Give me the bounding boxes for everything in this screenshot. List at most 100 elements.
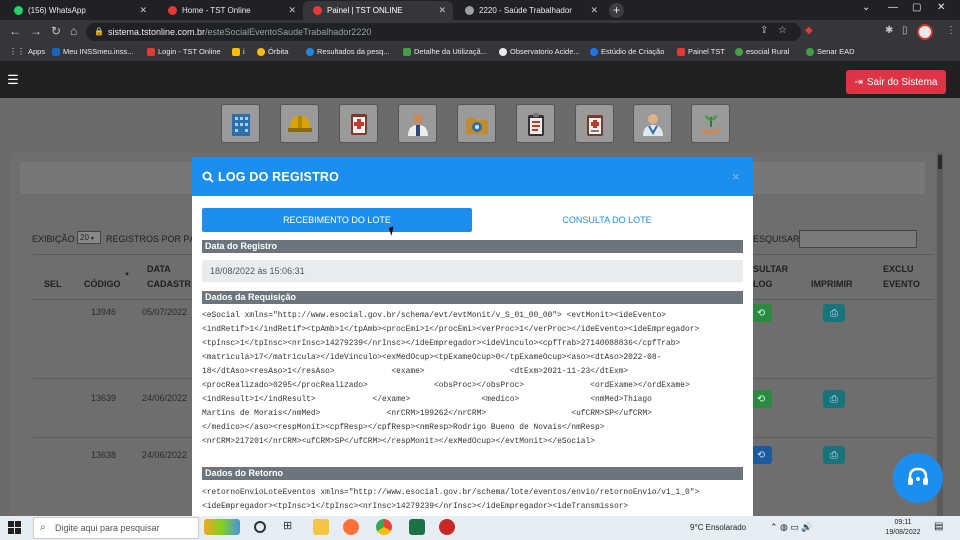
new-tab-button[interactable]: + (609, 3, 624, 18)
col-sel[interactable]: SEL (44, 279, 62, 289)
plant-hands-icon[interactable] (691, 104, 730, 143)
share-icon[interactable]: ⇪ (760, 25, 768, 36)
log-button[interactable]: ⟲ (750, 446, 772, 464)
sidebar-icon[interactable]: ▯ (902, 25, 908, 36)
close-tab-icon[interactable]: ✕ (590, 5, 598, 16)
medical-report-icon[interactable] (339, 104, 378, 143)
bookmark-observatorio[interactable]: Observatorio Acide... (499, 47, 580, 56)
drive-icon (232, 47, 240, 56)
bookmark-orbita[interactable]: Órbita (257, 47, 288, 56)
printer-icon: ⎙ (830, 393, 838, 405)
chrome-icon[interactable] (376, 519, 392, 535)
close-tab-icon[interactable]: ✕ (288, 5, 296, 16)
tab-search-icon[interactable]: ⌄ (862, 2, 870, 13)
chat-support-button[interactable] (893, 453, 943, 503)
folder-icon[interactable] (457, 104, 496, 143)
bookmark-login-tst[interactable]: Login - TST Online (147, 47, 221, 56)
extension-puzzle-icon[interactable]: ✱ (885, 25, 893, 36)
tab-consulta-lote[interactable]: CONSULTA DO LOTE (472, 208, 742, 232)
doctor-icon[interactable] (398, 104, 437, 143)
bookmark-label: i (243, 47, 245, 56)
maximize-icon[interactable]: ▢ (912, 2, 921, 13)
bookmark-esocial-rural[interactable]: esocial Rural (735, 47, 789, 56)
news-widget-icon[interactable] (204, 519, 240, 535)
history-icon: ⟲ (756, 449, 766, 461)
checklist-icon[interactable] (575, 104, 614, 143)
clipboard-icon[interactable] (516, 104, 555, 143)
safety-helmet-icon[interactable] (280, 104, 319, 143)
back-icon[interactable]: ← (9, 24, 21, 38)
building-icon[interactable] (221, 104, 260, 143)
col-codigo[interactable]: CÓDIGO (84, 279, 121, 289)
tab-home-tst[interactable]: Home - TST Online ✕ (158, 1, 303, 20)
log-button[interactable]: ⟲ (750, 390, 772, 408)
reload-icon[interactable]: ↻ (51, 24, 61, 38)
col-log: LOG (753, 279, 773, 289)
browser-tab-bar: (156) WhatsApp ✕ Home - TST Online ✕ Pai… (0, 0, 960, 20)
menu-dots-icon[interactable]: ⋮ (946, 25, 956, 36)
bookmark-painel-tst[interactable]: Painel TST (677, 47, 725, 56)
bookmark-label: Meu INSSmeu.inss... (63, 47, 134, 56)
row-data: 24/06/2022 (142, 393, 188, 403)
close-icon[interactable]: × (732, 169, 740, 184)
bookmark-label: Estúdio de Criação (601, 47, 665, 56)
bookmark-estudio[interactable]: Estúdio de Criação (590, 47, 664, 56)
task-view-icon[interactable] (254, 521, 266, 533)
home-icon[interactable]: ⌂ (70, 24, 77, 38)
taskbar-clock[interactable]: 09:11 19/08/2022 (883, 518, 923, 538)
print-button[interactable]: ⎙ (823, 304, 845, 322)
widgets-icon[interactable]: ⊞ (283, 519, 299, 535)
bookmark-label: Login - TST Online (158, 47, 221, 56)
tst-logo-icon (677, 47, 685, 56)
minimize-icon[interactable]: — (888, 2, 898, 13)
nurse-icon[interactable] (633, 104, 672, 143)
close-window-icon[interactable]: ✕ (937, 2, 945, 13)
extension-red-icon[interactable]: ◆ (805, 25, 813, 36)
logout-button[interactable]: ⇥ Sair do Sistema (846, 70, 946, 94)
file-explorer-icon[interactable] (313, 519, 329, 535)
page-size-select[interactable]: 20 ▾ (77, 231, 101, 244)
bookmark-apps[interactable]: ⋮⋮ Apps (9, 47, 45, 56)
col-excluir: EXCLU (883, 264, 914, 274)
modal-title: LOG DO REGISTRO (218, 170, 340, 184)
search-input[interactable] (799, 230, 917, 248)
notification-icon[interactable]: ▤ (934, 521, 943, 532)
bookmark-senar-ead[interactable]: Senar EAD (806, 47, 855, 56)
firefox-icon[interactable] (343, 519, 359, 535)
log-button[interactable]: ⟲ (750, 304, 772, 322)
tab-recebimento-lote[interactable]: RECEBIMENTO DO LOTE (202, 208, 472, 232)
close-tab-icon[interactable]: ✕ (139, 5, 147, 16)
app-icon[interactable] (439, 519, 455, 535)
sort-icon[interactable]: ▼ (124, 272, 130, 278)
scrollbar-thumb[interactable] (938, 155, 942, 169)
close-tab-icon[interactable]: ✕ (438, 5, 446, 16)
page-scrollbar[interactable] (937, 153, 943, 516)
excel-icon[interactable] (409, 519, 425, 535)
orbita-icon (257, 47, 265, 56)
bookmark-drive[interactable]: i (232, 47, 245, 56)
tab-painel-tst[interactable]: Painel | TST ONLINE ✕ (303, 1, 453, 20)
forward-icon[interactable]: → (30, 24, 42, 38)
profile-avatar[interactable] (917, 24, 933, 40)
tst-logo-icon (168, 6, 177, 15)
print-button[interactable]: ⎙ (823, 446, 845, 464)
bookmark-star-icon[interactable]: ☆ (778, 25, 787, 36)
tab-saude-trabalhador[interactable]: 2220 - Saúde Trabalhador ✕ (455, 1, 605, 20)
inss-icon (52, 47, 60, 56)
tab-whatsapp[interactable]: (156) WhatsApp ✕ (4, 1, 154, 20)
bookmark-resultados[interactable]: Resultados da pesq... (306, 47, 390, 56)
taskbar-search-input[interactable]: ⌕ Digite aqui para pesquisar (33, 517, 199, 539)
xml-line: Martins de Morais</nmMed> <nrCRM>199262<… (202, 409, 652, 418)
print-button[interactable]: ⎙ (823, 390, 845, 408)
google-icon (306, 47, 314, 56)
bookmark-detalhe[interactable]: Detalhe da Utilizaçã... (403, 47, 487, 56)
xml-line: <procRealizado>0295</procRealizado> <obs… (202, 381, 690, 390)
col-data[interactable]: DATA (147, 264, 171, 274)
bookmark-meu-inss[interactable]: Meu INSSmeu.inss... (52, 47, 133, 56)
weather-status[interactable]: 9°C Ensolarado (690, 523, 746, 532)
system-tray-icons[interactable]: ⌃ ◍ ▭ 🔊 (770, 522, 813, 533)
url-field[interactable]: 🔒 sistema.tstonline.com.br/esteSocialEve… (86, 23, 801, 41)
printer-icon: ⎙ (830, 307, 838, 319)
windows-start-icon[interactable] (8, 521, 21, 534)
hamburger-menu-icon[interactable]: ☰ (5, 72, 21, 88)
